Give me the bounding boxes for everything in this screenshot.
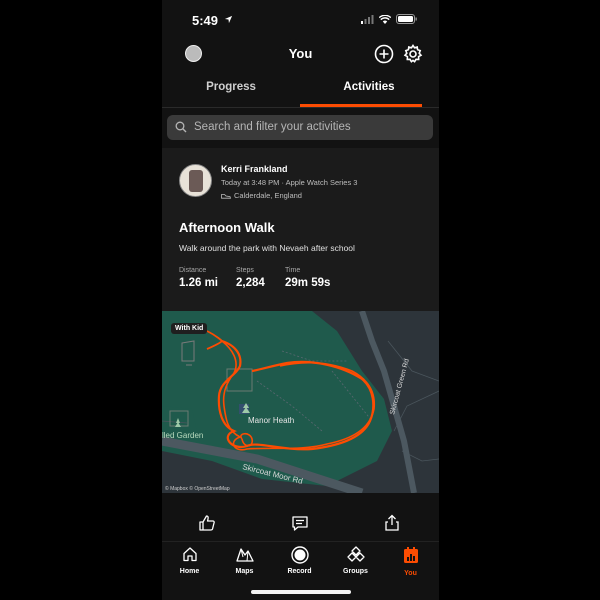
search-icon	[175, 121, 187, 133]
stat-label: Time	[285, 267, 301, 274]
battery-icon	[396, 14, 417, 24]
stat-value: 1.26 mi	[179, 277, 218, 289]
nav-label: Groups	[343, 568, 368, 575]
nav-groups[interactable]: Groups	[328, 546, 383, 575]
stat-value: 29m 59s	[285, 277, 331, 289]
location-text: Calderdale, England	[234, 191, 302, 200]
stat-distance: Distance 1.26 mi	[179, 267, 218, 289]
map-garden-label: lled Garden	[162, 431, 203, 440]
nav-label: Home	[179, 568, 200, 575]
home-indicator[interactable]	[251, 590, 351, 594]
status-bar: 5:49	[162, 0, 439, 40]
app-header: You	[162, 40, 439, 68]
stat-steps: Steps 2,284	[236, 267, 265, 289]
activity-title[interactable]: Afternoon Walk	[179, 220, 275, 235]
location-arrow-icon	[224, 15, 233, 24]
status-time: 5:49	[192, 13, 219, 28]
activity-meta: Today at 3:48 PM · Apple Watch Series 3	[221, 178, 358, 187]
share-icon[interactable]	[383, 514, 401, 532]
status-icons	[361, 14, 417, 24]
nav-label: You	[404, 570, 417, 577]
map-tag-badge: With Kid	[171, 323, 208, 334]
nav-label: Maps	[235, 568, 254, 575]
page-title: You	[288, 46, 313, 61]
nav-home[interactable]: Home	[162, 546, 217, 575]
phone-screen: 5:49 You Progress Activities Search and …	[162, 0, 439, 600]
activity-description: Walk around the park with Nevaeh after s…	[179, 243, 355, 253]
map-attribution[interactable]: © Mapbox © OpenStreetMap	[165, 486, 230, 492]
search-placeholder: Search and filter your activities	[194, 121, 351, 133]
you-icon	[403, 547, 418, 563]
maps-icon	[235, 548, 254, 562]
comment-icon[interactable]	[291, 514, 309, 532]
activity-actions	[162, 508, 439, 538]
home-icon	[182, 547, 197, 562]
record-icon	[290, 546, 309, 564]
activity-card[interactable]: Kerri Frankland Today at 3:48 PM · Apple…	[162, 148, 439, 498]
kudos-thumbs-up-icon[interactable]	[198, 514, 216, 532]
nav-record[interactable]: Record	[272, 546, 327, 575]
route-map[interactable]: Manor Heath lled Garden Skircoat Moor Rd…	[162, 310, 439, 498]
stat-time: Time 29m 59s	[285, 267, 330, 289]
tab-activities[interactable]: Activities	[300, 72, 438, 108]
stat-label: Distance	[179, 267, 207, 274]
search-input[interactable]: Search and filter your activities	[167, 115, 433, 140]
athlete-name[interactable]: Kerri Frankland	[221, 164, 288, 174]
stat-label: Steps	[236, 267, 254, 274]
nav-maps[interactable]: Maps	[217, 546, 272, 575]
add-icon[interactable]	[374, 44, 394, 64]
map-park-label: Manor Heath	[248, 416, 294, 425]
tab-bar: Progress Activities	[162, 72, 439, 108]
map-graphic: Manor Heath lled Garden Skircoat Moor Rd…	[162, 310, 439, 498]
activity-location: Calderdale, England	[221, 191, 302, 200]
cellular-signal-icon	[361, 14, 374, 24]
nav-label: Record	[287, 568, 312, 575]
athlete-avatar[interactable]	[179, 164, 212, 197]
active-tab-indicator	[300, 104, 422, 107]
stat-value: 2,284	[236, 277, 265, 289]
wifi-icon	[379, 14, 391, 24]
groups-icon	[346, 546, 365, 562]
settings-gear-icon[interactable]	[403, 44, 423, 64]
shoe-icon	[221, 193, 231, 199]
tab-progress[interactable]: Progress	[162, 72, 300, 108]
nav-you[interactable]: You	[383, 546, 438, 577]
